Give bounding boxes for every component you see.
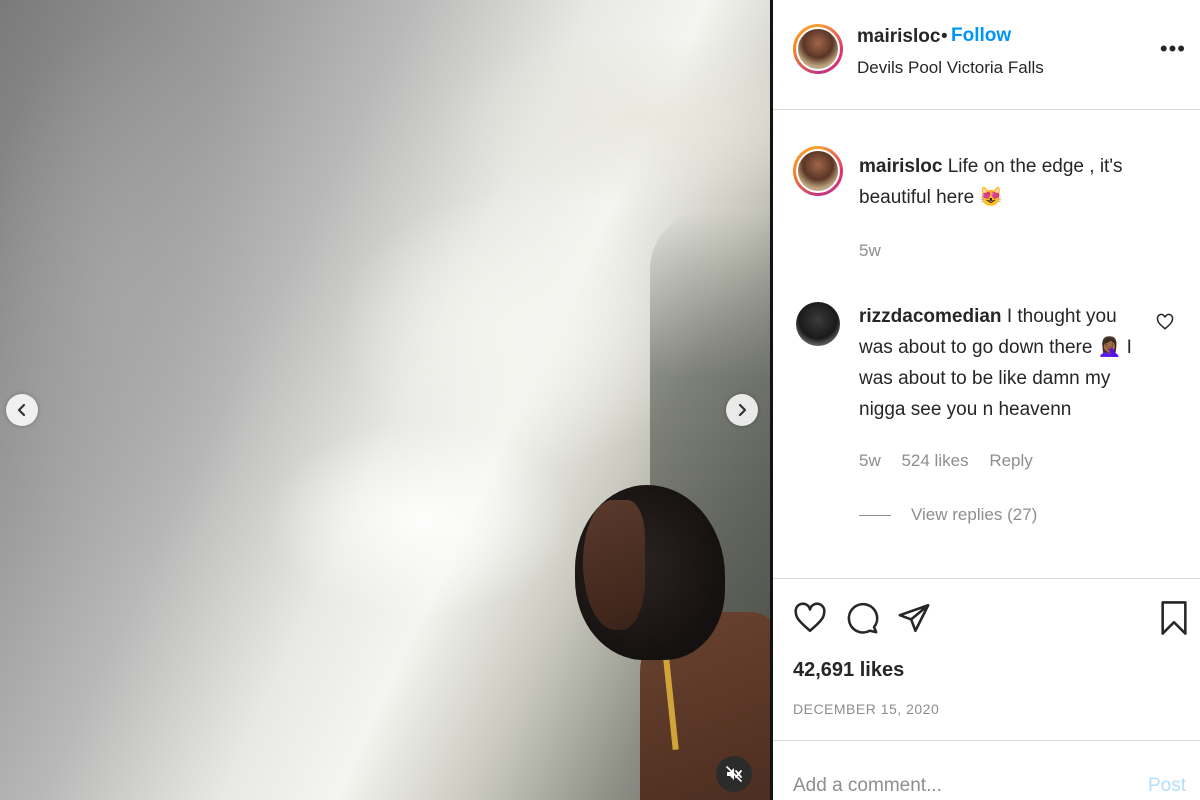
caption-time[interactable]: 5w — [859, 241, 881, 261]
share-icon[interactable] — [897, 601, 931, 635]
comment-meta: 5w 524 likes Reply — [859, 451, 1049, 471]
caption-body: Life on the edge , it's — [947, 156, 1123, 177]
view-replies-button[interactable]: View replies (27) — [911, 505, 1037, 525]
comments-list[interactable]: mairisloc Life on the edge , it's beauti… — [773, 111, 1200, 578]
chevron-right-icon — [738, 403, 747, 417]
commenter-avatar[interactable] — [793, 299, 843, 349]
comment-body-1: I thought you — [1006, 306, 1117, 327]
author-username[interactable]: mairisloc — [857, 26, 940, 48]
comment-input[interactable] — [793, 771, 1113, 800]
caption-avatar[interactable] — [793, 146, 843, 196]
post-comment-button[interactable]: Post — [1148, 775, 1186, 797]
person-face — [583, 500, 645, 630]
heart-icon[interactable] — [793, 601, 827, 635]
caption-text: mairisloc Life on the edge , it's — [859, 151, 1122, 182]
location-link[interactable]: Devils Pool Victoria Falls — [857, 58, 1044, 78]
likes-count[interactable]: 42,691 likes — [793, 659, 904, 682]
comment-icon[interactable] — [845, 601, 879, 635]
post-side-panel: mairisloc • Follow Devils Pool Victoria … — [773, 0, 1200, 800]
comment-line-4: nigga see you n heavenn — [859, 399, 1072, 420]
comment-like-heart-icon[interactable] — [1156, 313, 1174, 331]
next-media-button[interactable] — [726, 394, 758, 426]
add-comment-bar: Post — [773, 740, 1200, 800]
post-header: mairisloc • Follow Devils Pool Victoria … — [773, 0, 1200, 110]
caption-username[interactable]: mairisloc — [859, 156, 942, 177]
comment-line-2: was about to go down there 🤦🏾‍♀️ I — [859, 337, 1132, 358]
replies-line — [859, 515, 891, 516]
follow-button[interactable]: Follow — [951, 25, 1011, 47]
author-avatar[interactable] — [793, 24, 843, 74]
chevron-left-icon — [17, 403, 26, 417]
comment-line-1: rizzdacomedian I thought you — [859, 301, 1117, 332]
post-media[interactable] — [0, 0, 770, 800]
more-options-icon[interactable]: ••• — [1160, 36, 1186, 62]
commenter-username[interactable]: rizzdacomedian — [859, 306, 1002, 327]
comment-line-3: was about to be like damn my — [859, 368, 1111, 389]
comment-likes[interactable]: 524 likes — [901, 451, 968, 470]
post-actions: 42,691 likes DECEMBER 15, 2020 — [773, 578, 1200, 740]
reply-button[interactable]: Reply — [989, 451, 1032, 470]
mute-icon — [726, 766, 742, 782]
bookmark-icon[interactable] — [1157, 599, 1191, 637]
post-date: DECEMBER 15, 2020 — [793, 701, 940, 717]
comment-time[interactable]: 5w — [859, 451, 881, 470]
caption-text-line2: beautiful here 😻 — [859, 187, 1004, 208]
separator-dot: • — [941, 26, 948, 47]
mute-button[interactable] — [716, 756, 752, 792]
previous-media-button[interactable] — [6, 394, 38, 426]
